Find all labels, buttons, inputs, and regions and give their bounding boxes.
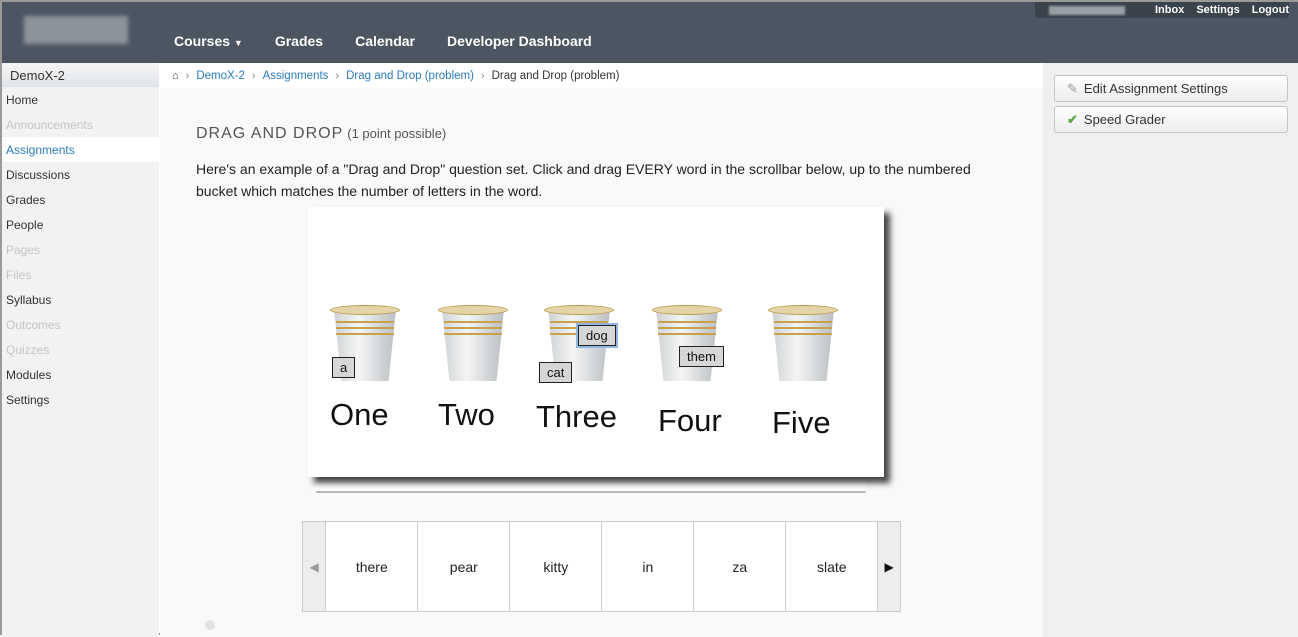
drop-target-image: One Two Three Four Five a cat dog them: [308, 207, 884, 477]
bucket-label: Four: [658, 403, 722, 438]
sidebar-item-settings[interactable]: Settings: [2, 387, 159, 412]
course-sidebar: DemoX-2 Home Announcements Assignments Disc…: [2, 63, 159, 637]
bucket-label: Two: [438, 397, 495, 432]
chevron-right-icon: ›: [185, 69, 190, 82]
nav-courses[interactable]: Courses ▼: [174, 33, 243, 49]
sidebar-item-discussions[interactable]: Discussions: [2, 162, 159, 187]
sidebar-item-people[interactable]: People: [2, 212, 159, 237]
placed-word[interactable]: dog: [578, 325, 616, 346]
pencil-icon: ✎: [1067, 80, 1078, 96]
home-icon[interactable]: ⌂: [172, 70, 179, 82]
placed-word[interactable]: cat: [539, 362, 573, 383]
inbox-link[interactable]: Inbox: [1155, 4, 1184, 16]
logo[interactable]: [24, 16, 128, 44]
chevron-right-icon: ›: [335, 69, 340, 82]
bucket-image: [648, 299, 726, 383]
breadcrumb-assignments[interactable]: Assignments: [263, 70, 329, 82]
draggable-word[interactable]: za: [693, 522, 785, 611]
triangle-left-icon: ◀: [309, 559, 319, 574]
sidebar-item-quizzes[interactable]: Quizzes: [2, 337, 159, 362]
scroll-right-button[interactable]: ▶: [877, 522, 900, 611]
sidebar-item-files[interactable]: Files: [2, 262, 159, 287]
course-name[interactable]: DemoX-2: [2, 63, 159, 87]
logout-link[interactable]: Logout: [1252, 4, 1289, 16]
sidebar-item-outcomes[interactable]: Outcomes: [2, 312, 159, 337]
draggable-word[interactable]: in: [601, 522, 693, 611]
main-nav: Courses ▼ Grades Calendar Developer Dash…: [174, 33, 592, 49]
sidebar-item-syllabus[interactable]: Syllabus: [2, 287, 159, 312]
sidebar-item-assignments[interactable]: Assignments: [2, 137, 159, 162]
draggable-word[interactable]: there: [325, 522, 417, 611]
triangle-right-icon: ▶: [884, 559, 894, 574]
page-title: DRAG AND DROP (1 point possible): [196, 125, 447, 142]
user-name[interactable]: [1049, 5, 1125, 15]
question-description: Here's an example of a "Drag and Drop" q…: [196, 161, 971, 199]
sidebar-item-pages[interactable]: Pages: [2, 237, 159, 262]
user-nav: Inbox Settings Logout: [1035, 2, 1289, 18]
breadcrumb-course[interactable]: DemoX-2: [196, 70, 245, 82]
breadcrumb: ⌂ › DemoX-2 › Assignments › Drag and Dro…: [160, 63, 1043, 88]
right-sidebar: ✎ Edit Assignment Settings ✔ Speed Grader: [1043, 63, 1298, 637]
board-underlay: [316, 477, 866, 493]
checkmark-icon: ✔: [1067, 111, 1078, 127]
speed-grader-button[interactable]: ✔ Speed Grader: [1054, 106, 1288, 133]
word-scroller: ◀ there pear kitty in za slate ▶: [302, 521, 901, 612]
chevron-right-icon: ›: [251, 69, 256, 82]
bucket-label: Three: [536, 399, 617, 434]
sidebar-item-grades[interactable]: Grades: [2, 187, 159, 212]
main-content: ⌂ › DemoX-2 › Assignments › Drag and Dro…: [160, 63, 1043, 637]
bucket-label: One: [330, 397, 389, 432]
scroll-indicator[interactable]: [205, 620, 215, 630]
bucket-label: Five: [772, 405, 831, 440]
chevron-right-icon: ›: [480, 69, 485, 82]
nav-grades[interactable]: Grades: [275, 33, 323, 49]
settings-link[interactable]: Settings: [1196, 4, 1239, 16]
edit-assignment-settings-button[interactable]: ✎ Edit Assignment Settings: [1054, 75, 1288, 102]
sidebar-item-announcements[interactable]: Announcements: [2, 112, 159, 137]
points-possible: (1 point possible): [347, 126, 447, 141]
breadcrumb-current: Drag and Drop (problem): [491, 69, 620, 82]
nav-calendar[interactable]: Calendar: [355, 33, 415, 49]
placed-word[interactable]: a: [332, 357, 356, 378]
draggable-word[interactable]: kitty: [509, 522, 601, 611]
scroll-left-button[interactable]: ◀: [303, 522, 326, 611]
top-nav-bar: Courses ▼ Grades Calendar Developer Dash…: [2, 2, 1298, 63]
caret-down-icon: ▼: [233, 38, 243, 48]
draggable-word[interactable]: slate: [785, 522, 877, 611]
sidebar-item-modules[interactable]: Modules: [2, 362, 159, 387]
nav-developer-dashboard[interactable]: Developer Dashboard: [447, 33, 592, 49]
draggable-word[interactable]: pear: [417, 522, 509, 611]
breadcrumb-assignment[interactable]: Drag and Drop (problem): [346, 70, 474, 82]
bucket-image: [764, 299, 842, 383]
placed-word[interactable]: them: [679, 346, 724, 367]
bucket-image: [434, 299, 512, 383]
sidebar-item-home[interactable]: Home: [2, 87, 159, 112]
